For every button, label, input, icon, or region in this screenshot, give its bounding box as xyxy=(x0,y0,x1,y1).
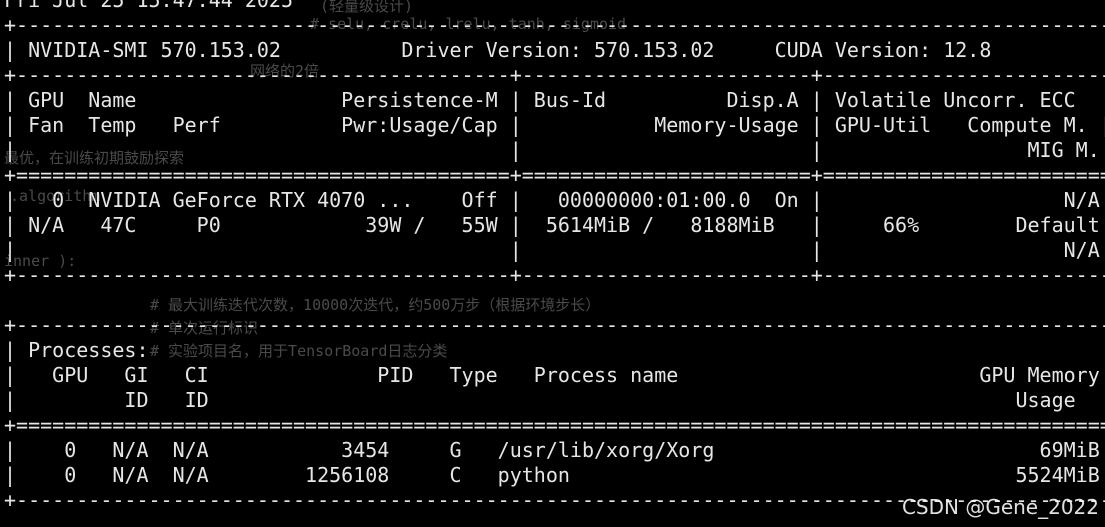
gpu-row-line: | 0 NVIDIA GeForce RTX 4070 ... Off | 00… xyxy=(4,188,1105,212)
border-line: +=======================================… xyxy=(4,413,1105,437)
border-line: +---------------------------------------… xyxy=(4,263,1105,287)
gpu-row-line: | | | N/A | xyxy=(4,238,1105,262)
table-header-line: | Fan Temp Perf Pwr:Usage/Cap | Memory-U… xyxy=(4,113,1105,137)
terminal-output[interactable]: Fri Jul 25 15:47:44 2025 +---------------… xyxy=(0,0,1105,527)
border-line: +---------------------------------------… xyxy=(4,313,1105,337)
process-row-line: | 0 N/A N/A 3454 G /usr/lib/xorg/Xorg 69… xyxy=(4,438,1105,462)
table-header-line: | | | MIG M. | xyxy=(4,138,1105,162)
processes-header-line: | GPU GI CI PID Type Process name GPU Me… xyxy=(4,363,1105,387)
gpu-row-line: | N/A 47C P0 39W / 55W | 5614MiB / 8188M… xyxy=(4,213,1105,237)
table-header-line: | GPU Name Persistence-M | Bus-Id Disp.A… xyxy=(4,88,1105,112)
watermark: CSDN @Gene_2022 xyxy=(901,495,1099,519)
timestamp-line: Fri Jul 25 15:47:44 2025 xyxy=(4,0,293,12)
border-line: +---------------------------------------… xyxy=(4,13,1105,37)
processes-header-line: | ID ID Usage | xyxy=(4,388,1105,412)
border-line: +=======================================… xyxy=(4,163,1105,187)
process-row-line: | 0 N/A N/A 1256108 C python 5524MiB | xyxy=(4,463,1105,487)
header-line: | NVIDIA-SMI 570.153.02 Driver Version: … xyxy=(4,38,1105,62)
processes-title-line: | Processes: | xyxy=(4,338,1105,362)
border-line: +---------------------------------------… xyxy=(4,63,1105,87)
